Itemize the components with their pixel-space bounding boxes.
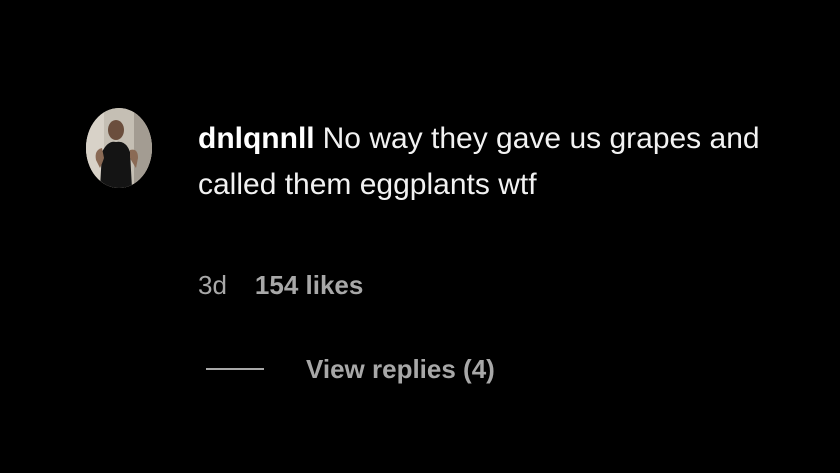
comment-text-block: dnlqnnll No way they gave us grapes and c… (198, 116, 778, 208)
avatar[interactable] (86, 108, 152, 188)
view-replies-label: View replies (4) (306, 354, 495, 384)
replies-divider (206, 368, 264, 370)
comment-likes[interactable]: 154 likes (255, 270, 363, 300)
comment-timestamp: 3d (198, 270, 227, 300)
comment-username[interactable]: dnlqnnll (198, 122, 315, 155)
comment-meta: 3d 154 likes (198, 268, 363, 302)
view-replies-button[interactable]: View replies (4) (206, 352, 495, 386)
comment-body: dnlqnnll No way they gave us grapes and c… (198, 116, 778, 300)
avatar-photo-icon (86, 108, 152, 188)
